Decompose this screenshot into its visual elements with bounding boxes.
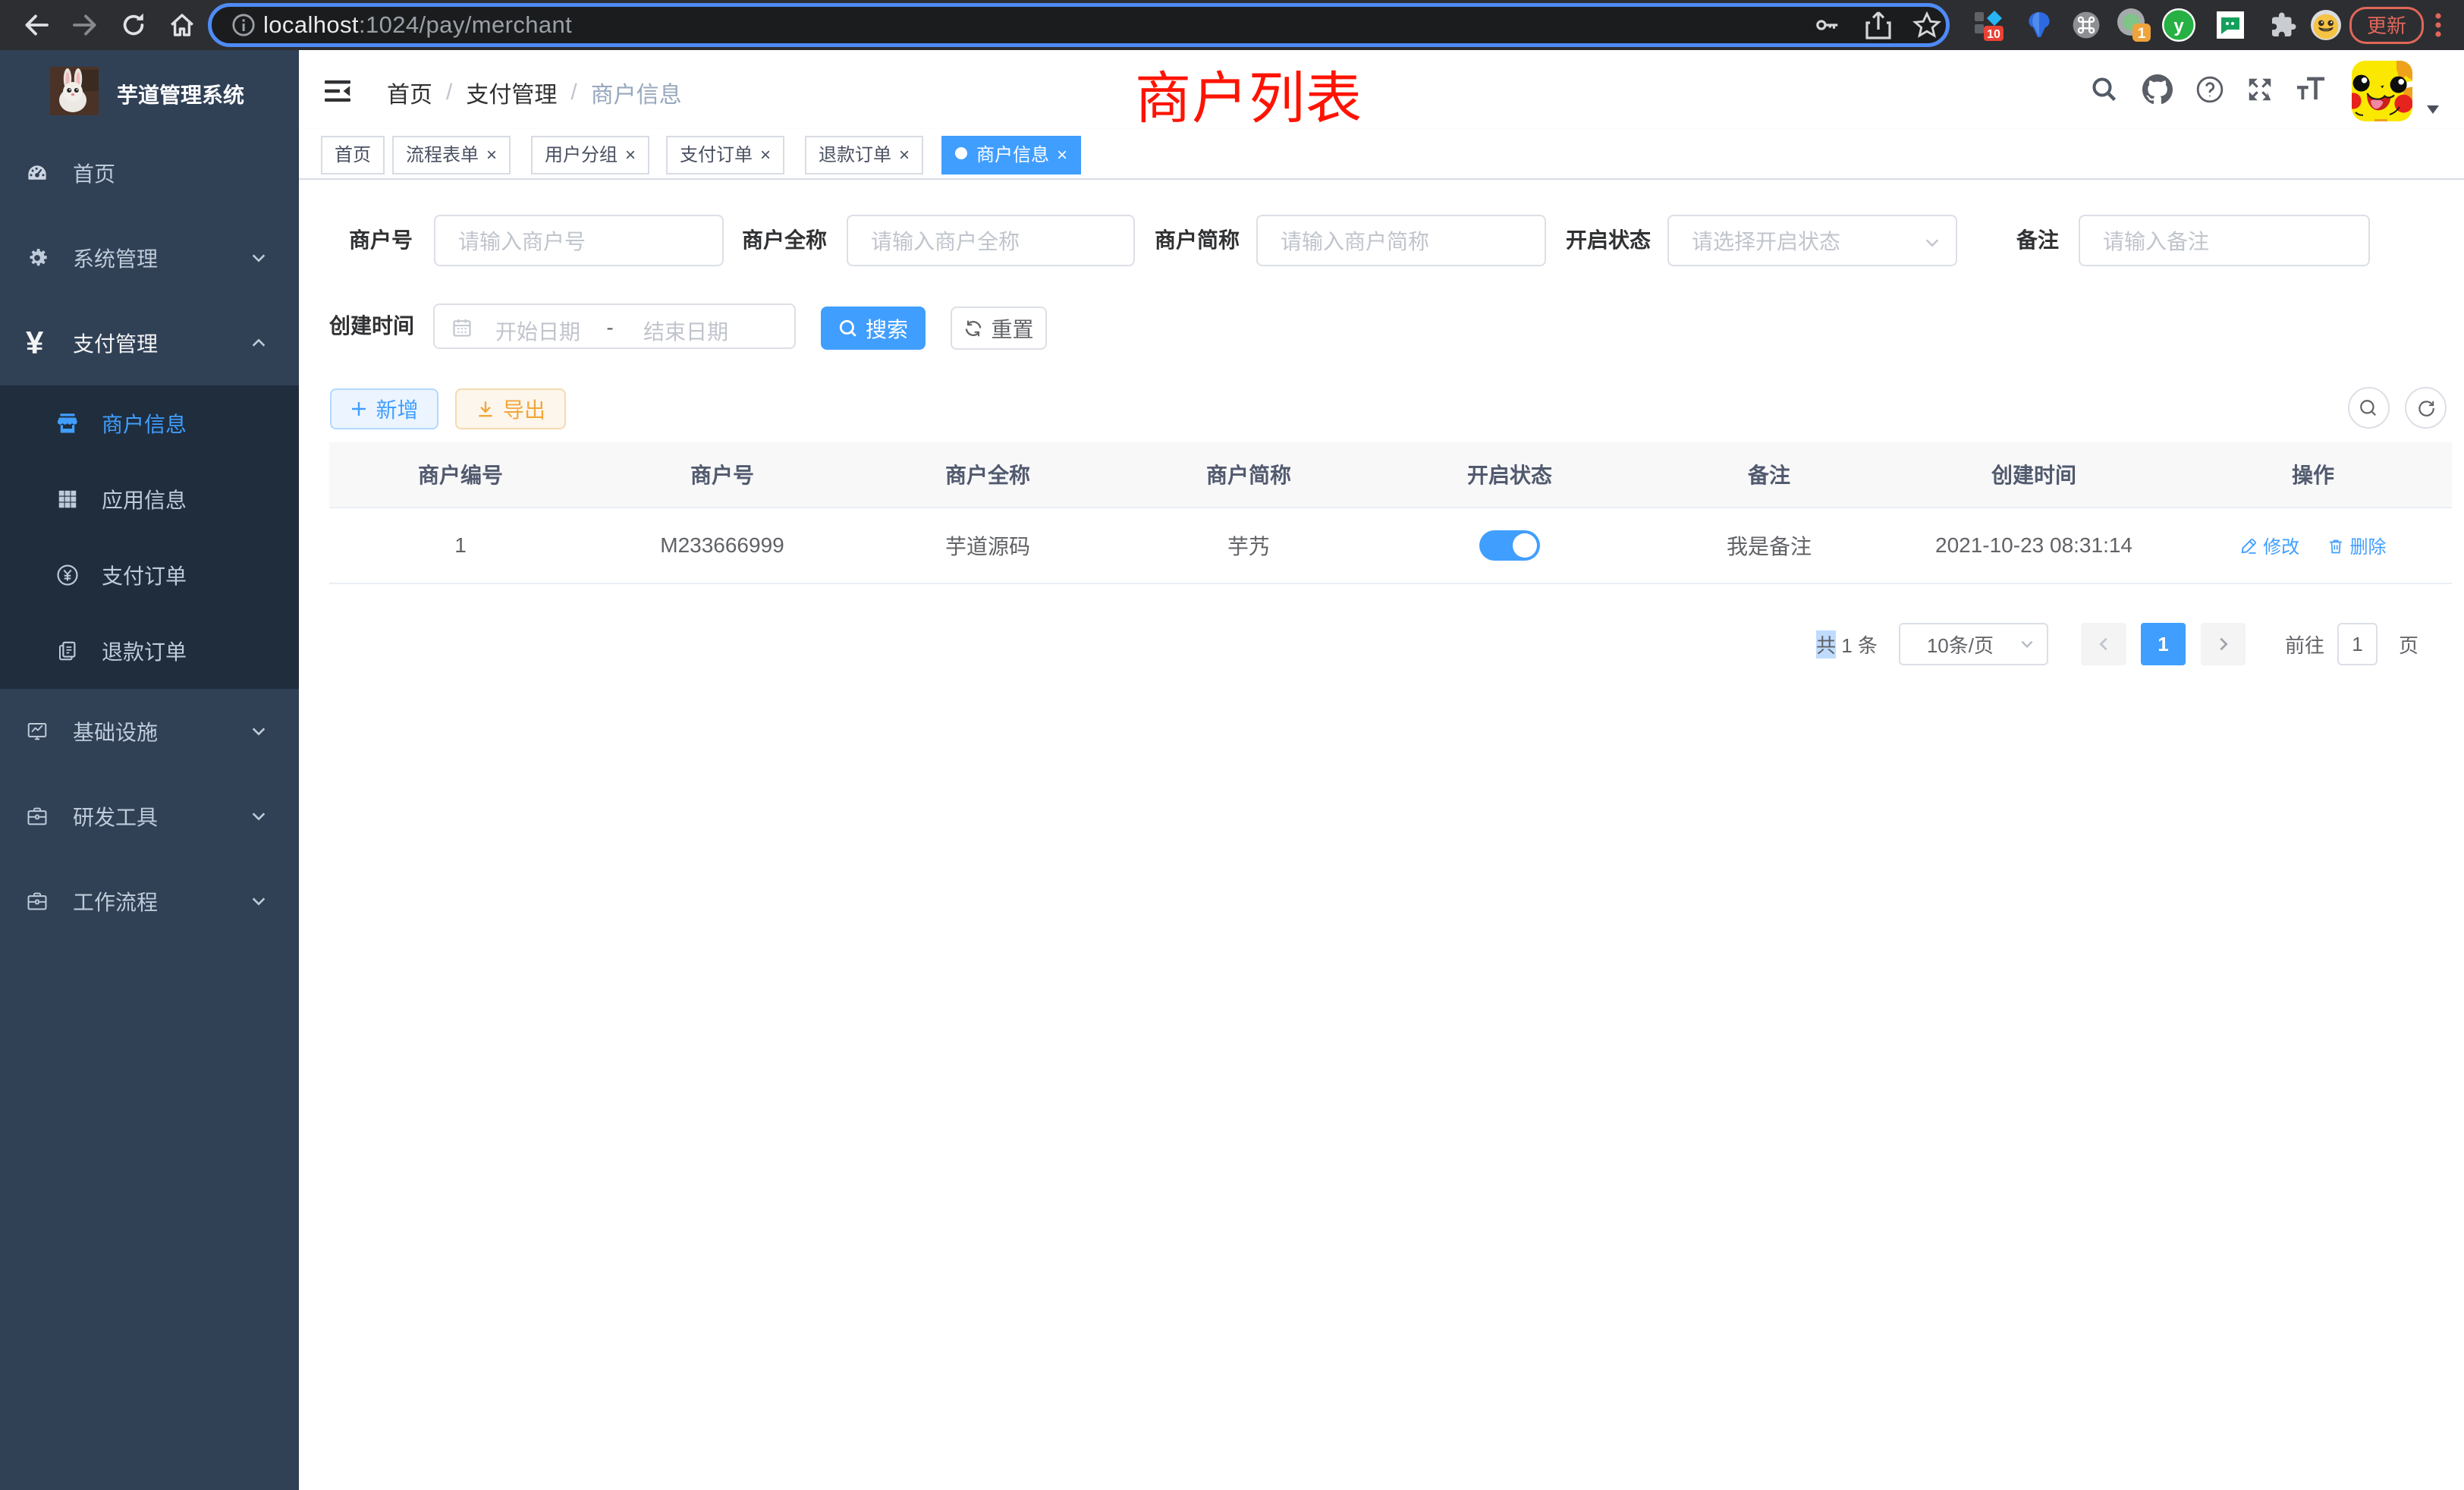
svg-text:y: y [2173, 16, 2184, 36]
svg-text:1: 1 [2138, 26, 2146, 42]
svg-text:10: 10 [1987, 28, 2000, 41]
